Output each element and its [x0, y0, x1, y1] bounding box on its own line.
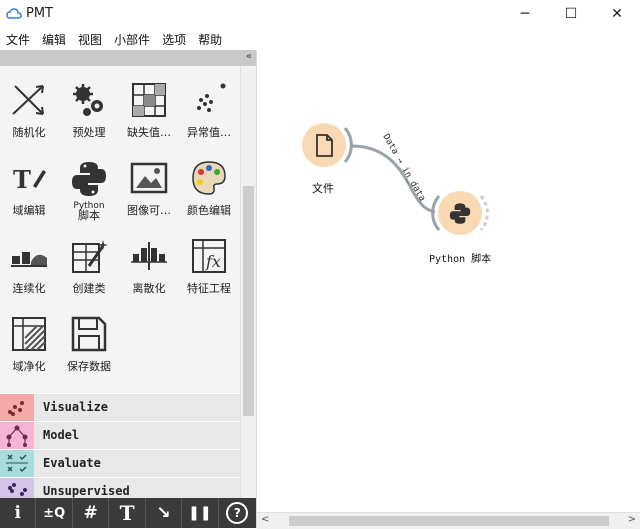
- menu-widgets[interactable]: 小部件: [108, 28, 156, 50]
- category-visualize[interactable]: Visualize: [0, 393, 240, 422]
- widget-label: 预处理: [72, 126, 106, 139]
- widget-color[interactable]: 颜色编辑: [180, 150, 238, 228]
- continuize-icon: [11, 252, 47, 267]
- widget-toolbox: « 随机化 预处理 缺失值… 异常值… T 域编辑 Python 脚本 图像可……: [0, 50, 257, 528]
- category-model[interactable]: Model: [0, 421, 240, 450]
- category-label: Unsupervised: [43, 484, 130, 498]
- evaluate-category-icon: [0, 450, 34, 477]
- widget-label: 连续化: [12, 282, 46, 295]
- canvas-horizontal-scrollbar[interactable]: < >: [257, 512, 640, 529]
- widget-save-data[interactable]: 保存数据: [60, 306, 118, 384]
- widget-discretize[interactable]: 离散化: [120, 228, 178, 306]
- workflow-graph: Data → in_data: [302, 123, 489, 235]
- info-button[interactable]: i: [0, 498, 37, 528]
- widget-purge-domain[interactable]: 域净化: [0, 306, 58, 384]
- widget-preprocess[interactable]: 预处理: [60, 72, 118, 150]
- widget-label: 特征工程: [187, 282, 231, 295]
- visualize-category-icon: [0, 394, 34, 421]
- category-label: Evaluate: [43, 456, 101, 470]
- help-icon: ?: [226, 502, 249, 524]
- purge-domain-icon: [12, 317, 46, 351]
- menu-file[interactable]: 文件: [0, 28, 36, 50]
- widget-randomize[interactable]: 随机化: [0, 72, 58, 150]
- toolbox-scrollbar[interactable]: [240, 66, 256, 508]
- widget-continuize[interactable]: 连续化: [0, 228, 58, 306]
- menu-edit[interactable]: 编辑: [36, 28, 72, 50]
- close-button[interactable]: ✕: [594, 0, 640, 28]
- discretize-icon: [131, 242, 167, 270]
- file-node[interactable]: [302, 123, 346, 167]
- title-bar: PMT ─ ☐ ✕: [0, 0, 640, 28]
- widget-image-viewer[interactable]: 图像可…: [120, 150, 178, 228]
- menu-help[interactable]: 帮助: [192, 28, 228, 50]
- svg-text:T: T: [13, 165, 31, 194]
- scrollbar-thumb[interactable]: [289, 516, 609, 526]
- widget-python-script[interactable]: Python 脚本: [60, 150, 118, 228]
- category-evaluate[interactable]: Evaluate: [0, 449, 240, 478]
- widget-grid: 随机化 预处理 缺失值… 异常值… T 域编辑 Python 脚本 图像可… 颜…: [0, 66, 240, 444]
- python-icon: [72, 162, 106, 196]
- scroll-left-icon[interactable]: <: [261, 514, 269, 525]
- widget-label-line2: 脚本: [78, 209, 100, 222]
- randomize-icon: [12, 85, 44, 115]
- scrollbar-thumb[interactable]: [243, 186, 254, 416]
- scatter-dots-icon: [197, 83, 226, 112]
- widget-label: 颜色编辑: [187, 204, 231, 217]
- link-label: Data → in_data: [380, 133, 427, 204]
- widget-label: 保存数据: [67, 360, 111, 373]
- menu-options[interactable]: 选项: [156, 28, 192, 50]
- image-icon: [130, 162, 168, 194]
- widget-label: 离散化: [132, 282, 166, 295]
- maximize-button[interactable]: ☐: [548, 0, 594, 28]
- canvas-toolbar: i ±Q # T ↘ ❚❚ ?: [0, 498, 256, 528]
- minimize-button[interactable]: ─: [502, 0, 548, 28]
- menu-view[interactable]: 视图: [72, 28, 108, 50]
- widget-label: 域编辑: [12, 204, 46, 217]
- widget-label: 图像可…: [127, 204, 171, 217]
- help-button[interactable]: ?: [219, 498, 256, 528]
- magic-wand-icon: [72, 240, 108, 273]
- widget-outliers[interactable]: 异常值…: [180, 72, 238, 150]
- menu-bar: 文件 编辑 视图 小部件 选项 帮助: [0, 28, 640, 50]
- floppy-disk-icon: [71, 316, 107, 352]
- model-category-icon: [0, 422, 34, 449]
- widget-create-class[interactable]: 创建类: [60, 228, 118, 306]
- arrow-annotation-button[interactable]: ↘: [146, 498, 183, 528]
- app-logo-icon: [6, 8, 22, 19]
- widget-label: 域净化: [12, 360, 46, 373]
- gears-icon: [73, 84, 103, 116]
- grid-align-button[interactable]: #: [73, 498, 110, 528]
- window-title: PMT: [26, 6, 53, 21]
- palette-icon: [192, 161, 226, 195]
- widget-label: 创建类: [72, 282, 106, 295]
- python-node-label: Python 脚本: [429, 254, 492, 265]
- widget-label: 异常值…: [187, 126, 231, 139]
- widget-label: Python 脚本: [60, 201, 118, 221]
- widget-impute[interactable]: 缺失值…: [120, 72, 178, 150]
- file-node-label: 文件: [312, 182, 334, 195]
- widget-feature-constructor[interactable]: fx 特征工程: [180, 228, 238, 306]
- category-label: Model: [43, 428, 80, 442]
- formula-icon: fx: [192, 239, 226, 273]
- widget-label: 缺失值…: [127, 126, 171, 139]
- grid-icon: [132, 83, 166, 117]
- text-annotation-button[interactable]: T: [109, 498, 146, 528]
- zoom-button[interactable]: ±Q: [36, 498, 73, 528]
- widget-edit-domain[interactable]: T 域编辑: [0, 150, 58, 228]
- workflow-canvas[interactable]: Data → in_data 文件 Python 脚本: [257, 50, 640, 512]
- collapse-toolbox-button[interactable]: «: [246, 51, 252, 62]
- text-edit-icon: T: [13, 165, 46, 194]
- category-label: Visualize: [43, 400, 109, 414]
- scroll-right-icon[interactable]: >: [628, 514, 636, 525]
- svg-text:fx: fx: [205, 252, 221, 271]
- pause-button[interactable]: ❚❚: [182, 498, 219, 528]
- widget-label: 随机化: [12, 126, 46, 139]
- toolbox-header: «: [0, 50, 256, 66]
